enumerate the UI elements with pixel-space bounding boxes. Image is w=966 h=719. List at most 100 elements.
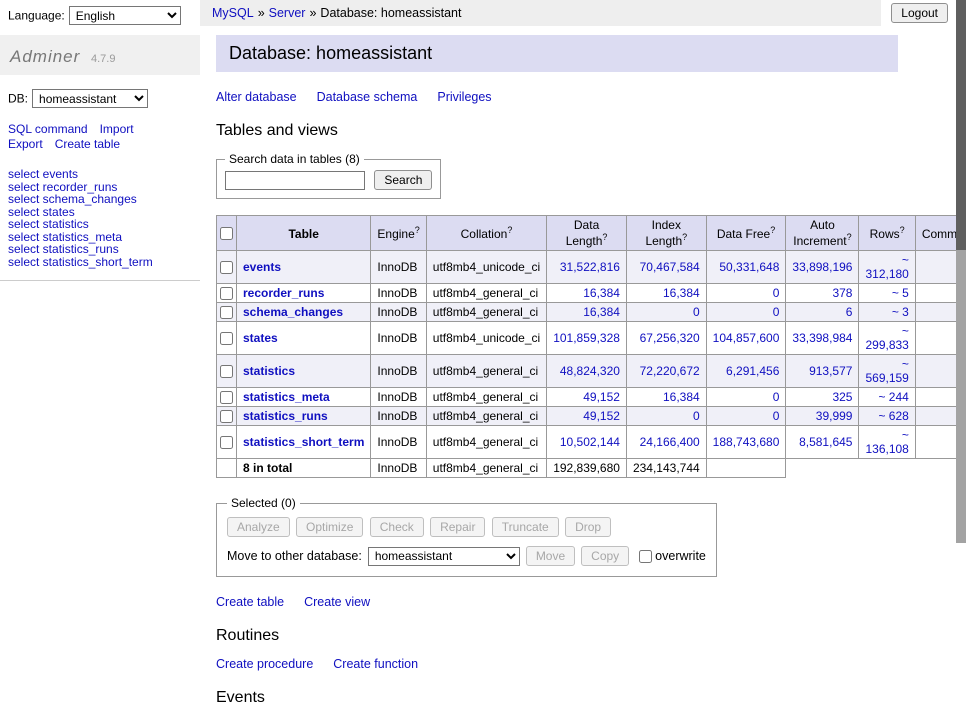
column-header-collation[interactable]: Collation? <box>426 216 546 251</box>
data-length-link[interactable]: 10,502,144 <box>560 435 620 449</box>
data-free-link[interactable]: 6,291,456 <box>726 364 779 378</box>
move-database-select[interactable]: homeassistant <box>368 547 520 566</box>
sidebar-item-select-events[interactable]: select events <box>8 168 192 181</box>
index-length-link[interactable]: 0 <box>693 409 700 423</box>
column-header-index-length[interactable]: Index Length? <box>626 216 706 251</box>
create-view-link[interactable]: Create view <box>304 595 370 609</box>
index-length-link[interactable]: 70,467,584 <box>640 260 700 274</box>
column-header-table[interactable]: Table <box>237 216 371 251</box>
create-procedure-link[interactable]: Create procedure <box>216 657 313 671</box>
index-length-link[interactable]: 67,256,320 <box>640 331 700 345</box>
auto-increment-link[interactable]: 913,577 <box>809 364 852 378</box>
collation-cell: utf8mb4_general_ci <box>426 426 546 459</box>
vertical-scrollbar[interactable] <box>956 0 966 543</box>
row-checkbox[interactable] <box>220 332 233 345</box>
rows-count-link[interactable]: ~ 136,108 <box>865 428 908 456</box>
data-length-link[interactable]: 49,152 <box>583 409 620 423</box>
auto-increment-link[interactable]: 6 <box>846 305 853 319</box>
sidebar-link-export[interactable]: Export <box>8 137 43 151</box>
rows-count-link[interactable]: ~ 628 <box>878 409 908 423</box>
auto-increment-link[interactable]: 378 <box>832 286 852 300</box>
row-checkbox[interactable] <box>220 410 233 423</box>
data-length-link[interactable]: 49,152 <box>583 390 620 404</box>
data-free-link[interactable]: 104,857,600 <box>713 331 780 345</box>
db-select[interactable]: homeassistant <box>32 89 148 108</box>
table-name-link[interactable]: statistics_short_term <box>243 435 364 449</box>
scrollbar-thumb[interactable] <box>956 0 966 250</box>
sidebar-item-select-schema-changes[interactable]: select schema_changes <box>8 193 192 206</box>
sidebar-link-import[interactable]: Import <box>100 122 134 136</box>
data-length-link[interactable]: 101,859,328 <box>553 331 620 345</box>
table-name-link[interactable]: statistics_meta <box>243 390 330 404</box>
rows-count-link[interactable]: ~ 569,159 <box>865 357 908 385</box>
auto-increment-link[interactable]: 8,581,645 <box>799 435 852 449</box>
table-name-link[interactable]: states <box>243 331 278 345</box>
selected-legend: Selected (0) <box>227 496 300 510</box>
sidebar-item-select-statistics-runs[interactable]: select statistics_runs <box>8 243 192 256</box>
column-header-data-length[interactable]: Data Length? <box>547 216 627 251</box>
rows-count-link[interactable]: ~ 3 <box>892 305 909 319</box>
column-header-rows[interactable]: Rows? <box>859 216 915 251</box>
index-length-link[interactable]: 16,384 <box>663 286 700 300</box>
breadcrumb-server-link[interactable]: Server <box>269 6 306 20</box>
main-area: MySQL»Server»Database: homeassistant Log… <box>200 0 956 543</box>
auto-increment-link[interactable]: 325 <box>832 390 852 404</box>
row-checkbox[interactable] <box>220 391 233 404</box>
index-length-link[interactable]: 24,166,400 <box>640 435 700 449</box>
index-length-link[interactable]: 72,220,672 <box>640 364 700 378</box>
language-select[interactable]: English <box>69 6 181 25</box>
auto-increment-link[interactable]: 33,898,196 <box>792 260 852 274</box>
data-free-link[interactable]: 50,331,648 <box>719 260 779 274</box>
privileges-link[interactable]: Privileges <box>437 90 491 104</box>
routines-heading: Routines <box>216 627 898 645</box>
data-length-link[interactable]: 16,384 <box>583 286 620 300</box>
create-table-link[interactable]: Create table <box>216 595 284 609</box>
search-button[interactable]: Search <box>374 170 432 190</box>
row-checkbox[interactable] <box>220 365 233 378</box>
breadcrumb-mysql-link[interactable]: MySQL <box>212 6 254 20</box>
index-length-link[interactable]: 0 <box>693 305 700 319</box>
data-free-link[interactable]: 0 <box>773 286 780 300</box>
data-free-link[interactable]: 0 <box>773 390 780 404</box>
column-header-data-free[interactable]: Data Free? <box>706 216 786 251</box>
database-schema-link[interactable]: Database schema <box>317 90 418 104</box>
row-checkbox[interactable] <box>220 261 233 274</box>
row-checkbox[interactable] <box>220 306 233 319</box>
table-name-link[interactable]: statistics_runs <box>243 409 328 423</box>
alter-database-link[interactable]: Alter database <box>216 90 297 104</box>
create-links: Create table Create view <box>216 595 898 609</box>
auto-increment-link[interactable]: 33,398,984 <box>792 331 852 345</box>
data-length-link[interactable]: 48,824,320 <box>560 364 620 378</box>
overwrite-checkbox[interactable] <box>639 550 652 563</box>
select-all-checkbox[interactable] <box>220 227 233 240</box>
data-free-link[interactable]: 0 <box>773 409 780 423</box>
column-header-auto-increment[interactable]: Auto Increment? <box>786 216 859 251</box>
create-function-link[interactable]: Create function <box>333 657 418 671</box>
row-checkbox[interactable] <box>220 287 233 300</box>
table-name-link[interactable]: schema_changes <box>243 305 343 319</box>
data-length-link[interactable]: 16,384 <box>583 305 620 319</box>
language-row: Language:English <box>0 0 200 27</box>
auto-increment-link[interactable]: 39,999 <box>816 409 853 423</box>
data-free-link[interactable]: 188,743,680 <box>713 435 780 449</box>
rows-count-link[interactable]: ~ 299,833 <box>865 324 908 352</box>
table-name-link[interactable]: statistics <box>243 364 295 378</box>
table-name-link[interactable]: recorder_runs <box>243 286 324 300</box>
breadcrumb: MySQL»Server»Database: homeassistant <box>200 0 881 26</box>
rows-count-link[interactable]: ~ 244 <box>878 390 908 404</box>
search-input[interactable] <box>225 171 365 190</box>
rows-count-link[interactable]: ~ 5 <box>892 286 909 300</box>
column-header-engine[interactable]: Engine? <box>371 216 426 251</box>
sidebar-link-create-table[interactable]: Create table <box>55 137 120 151</box>
rows-count-link[interactable]: ~ 312,180 <box>865 253 908 281</box>
data-length-link[interactable]: 31,522,816 <box>560 260 620 274</box>
sidebar-item-select-statistics-short-term[interactable]: select statistics_short_term <box>8 256 192 269</box>
index-length-link[interactable]: 16,384 <box>663 390 700 404</box>
sidebar-item-select-statistics[interactable]: select statistics <box>8 218 192 231</box>
table-row: states InnoDB utf8mb4_unicode_ci 101,859… <box>217 322 966 355</box>
row-checkbox[interactable] <box>220 436 233 449</box>
table-name-link[interactable]: events <box>243 260 281 274</box>
logout-button[interactable]: Logout <box>891 3 948 23</box>
data-free-link[interactable]: 0 <box>773 305 780 319</box>
sidebar-link-sql-command[interactable]: SQL command <box>8 122 88 136</box>
